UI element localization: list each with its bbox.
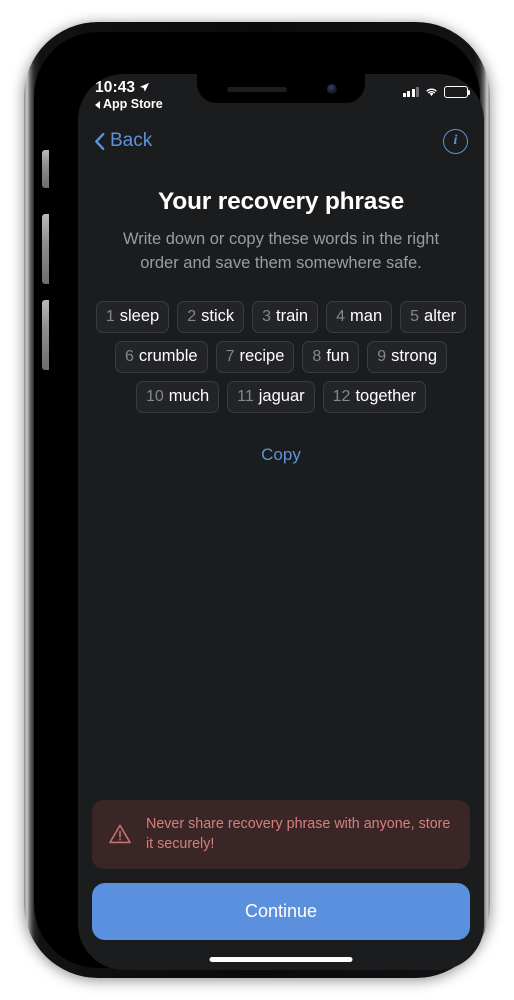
recovery-word-text: much <box>168 387 210 405</box>
page-subtitle: Write down or copy these words in the ri… <box>122 230 440 272</box>
status-bar-right <box>402 86 471 98</box>
warning-banner: Never share recovery phrase with anyone,… <box>92 800 470 869</box>
screen-content: Your recovery phrase Write down or copy … <box>78 162 484 970</box>
phone-screen: 10:43 App Store Back i Your recovery phr… <box>78 74 484 970</box>
status-time-row: 10:43 <box>95 78 163 97</box>
recovery-word-text: sleep <box>119 307 160 325</box>
front-camera-icon <box>327 84 337 94</box>
back-button-label: Back <box>110 130 153 151</box>
warning-text: Never share recovery phrase with anyone,… <box>146 816 451 852</box>
volume-up-button[interactable] <box>42 214 49 284</box>
recovery-word-index: 5 <box>410 308 420 325</box>
return-to-app-button[interactable]: App Store <box>95 97 163 112</box>
recovery-word-chip: 12 together <box>322 381 426 413</box>
recovery-word-text: alter <box>424 307 457 325</box>
earpiece-speaker-icon <box>227 87 287 92</box>
recovery-word-index: 12 <box>332 388 351 405</box>
recovery-word-index: 9 <box>377 348 387 365</box>
recovery-word-chip: 4 man <box>326 301 393 333</box>
info-circle-icon[interactable]: i <box>443 128 468 154</box>
recovery-word-index: 11 <box>237 388 254 405</box>
copy-button[interactable]: Copy <box>78 445 484 465</box>
recovery-word-index: 7 <box>225 348 235 365</box>
recovery-word-chip: 2 stick <box>177 301 245 333</box>
volume-down-button[interactable] <box>42 300 49 370</box>
phone-device-frame: 10:43 App Store Back i Your recovery phr… <box>24 22 490 978</box>
recovery-word-index: 2 <box>187 308 197 325</box>
recovery-word-text: crumble <box>138 347 198 365</box>
chevron-left-icon <box>95 132 105 150</box>
recovery-word-chip: 10 much <box>136 381 220 413</box>
status-bar-time: 10:43 <box>95 79 136 96</box>
recovery-word-index: 8 <box>312 348 322 365</box>
recovery-word-chip: 5 alter <box>400 301 467 333</box>
wifi-icon <box>426 88 437 97</box>
triangle-left-icon <box>95 100 100 109</box>
location-arrow-icon <box>140 82 150 92</box>
phone-mockup: 10:43 App Store Back i Your recovery phr… <box>0 0 514 1000</box>
home-indicator[interactable] <box>209 957 353 962</box>
mute-switch-button[interactable] <box>42 150 49 188</box>
recovery-word-text: man <box>350 307 383 325</box>
recovery-word-text: strong <box>391 347 438 365</box>
recovery-word-chip: 9 strong <box>367 341 448 373</box>
recovery-word-text: stick <box>201 307 235 325</box>
status-bar-left: 10:43 App Store <box>95 78 163 112</box>
recovery-word-text: train <box>276 307 309 325</box>
recovery-word-chip: 1 sleep <box>95 301 170 333</box>
recovery-word-text: jaguar <box>258 387 305 405</box>
battery-full-icon <box>444 86 471 98</box>
recovery-word-chip: 3 train <box>252 301 319 333</box>
recovery-word-text: together <box>355 387 416 405</box>
cellular-bars-icon <box>402 86 419 97</box>
recovery-word-index: 6 <box>124 348 134 365</box>
navigation-bar: Back i <box>78 120 484 162</box>
recovery-word-index: 10 <box>146 388 164 405</box>
recovery-word-chip: 6 crumble <box>114 341 208 373</box>
recovery-word-text: fun <box>326 347 350 365</box>
recovery-word-index: 3 <box>262 308 272 325</box>
recovery-word-text: recipe <box>239 347 285 365</box>
recovery-word-index: 1 <box>105 308 115 325</box>
return-to-app-label: App Store <box>103 97 163 111</box>
recovery-word-chip: 8 fun <box>302 341 360 373</box>
info-letter: i <box>453 133 458 148</box>
warning-triangle-icon <box>109 824 131 844</box>
recovery-words-list: 1 sleep 2 stick 3 train 4 man 5 alter 6 crumble 7 rec… <box>78 301 484 413</box>
back-button[interactable]: Back <box>94 130 152 152</box>
recovery-word-index: 4 <box>336 308 346 325</box>
recovery-word-chip: 11 jaguar <box>227 381 315 413</box>
recovery-word-chip: 7 recipe <box>215 341 295 373</box>
page-title: Your recovery phrase <box>157 188 405 215</box>
continue-button[interactable]: Continue <box>92 883 470 940</box>
display-notch <box>197 74 365 103</box>
